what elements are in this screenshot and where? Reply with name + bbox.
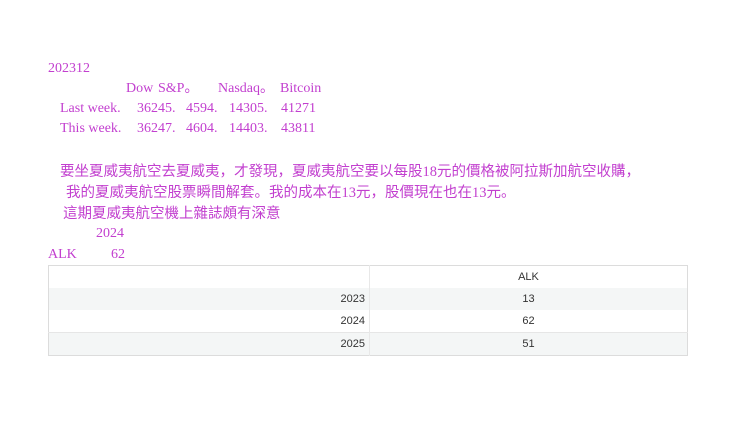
summary-year: 2024	[96, 226, 124, 241]
row-value: 13	[522, 293, 535, 305]
col-bitcoin: Bitcoin	[280, 81, 322, 96]
heading: 202312	[48, 61, 90, 76]
market-row-last-week: Last week. 36245. 4594. 14305. 41271	[0, 101, 400, 117]
value: 4604.	[186, 121, 218, 136]
row-value: 62	[522, 315, 535, 327]
table-row: 2025 51	[48, 332, 688, 356]
table-row: 2024 62	[48, 310, 688, 333]
row-year: 2023	[48, 288, 370, 310]
row-year: 2024	[48, 310, 370, 333]
note-line-2: 我的夏威夷航空股票瞬間解套。我的成本在13元，股價現在也在13元。	[66, 185, 516, 201]
summary-ticker: ALK	[48, 247, 77, 262]
table-row: 2023 13	[48, 288, 688, 310]
header-alk: ALK	[518, 271, 539, 283]
market-row-this-week: This week. 36247. 4604. 14403. 43811	[0, 121, 400, 137]
table-header-row: ALK	[48, 265, 688, 288]
value: 4594.	[186, 101, 218, 116]
summary-value: 62	[111, 247, 125, 262]
col-nasdaq: Nasdaq。	[218, 81, 274, 96]
note-line-1: 要坐夏威夷航空去夏威夷，才發現，夏威夷航空要以每股18元的價格被阿拉斯加航空收購…	[60, 164, 640, 180]
header-blank	[48, 265, 370, 288]
alk-table: ALK 2023 13 2024 62 2025 51	[48, 265, 688, 356]
value: 36247.	[137, 121, 176, 136]
row-label: Last week.	[60, 101, 121, 116]
value: 41271	[281, 101, 316, 116]
row-value: 51	[369, 332, 688, 356]
value: 14403.	[229, 121, 268, 136]
value: 43811	[281, 121, 316, 136]
value: 14305.	[229, 101, 268, 116]
col-sp: S&P。	[158, 81, 199, 96]
note-line-3: 這期夏威夷航空機上雜誌頗有深意	[63, 206, 281, 222]
market-header: Dow S&P。 Nasdaq。 Bitcoin	[0, 81, 400, 97]
col-dow: Dow	[126, 81, 154, 96]
row-year: 2025	[48, 332, 370, 356]
row-label: This week.	[60, 121, 122, 136]
value: 36245.	[137, 101, 176, 116]
